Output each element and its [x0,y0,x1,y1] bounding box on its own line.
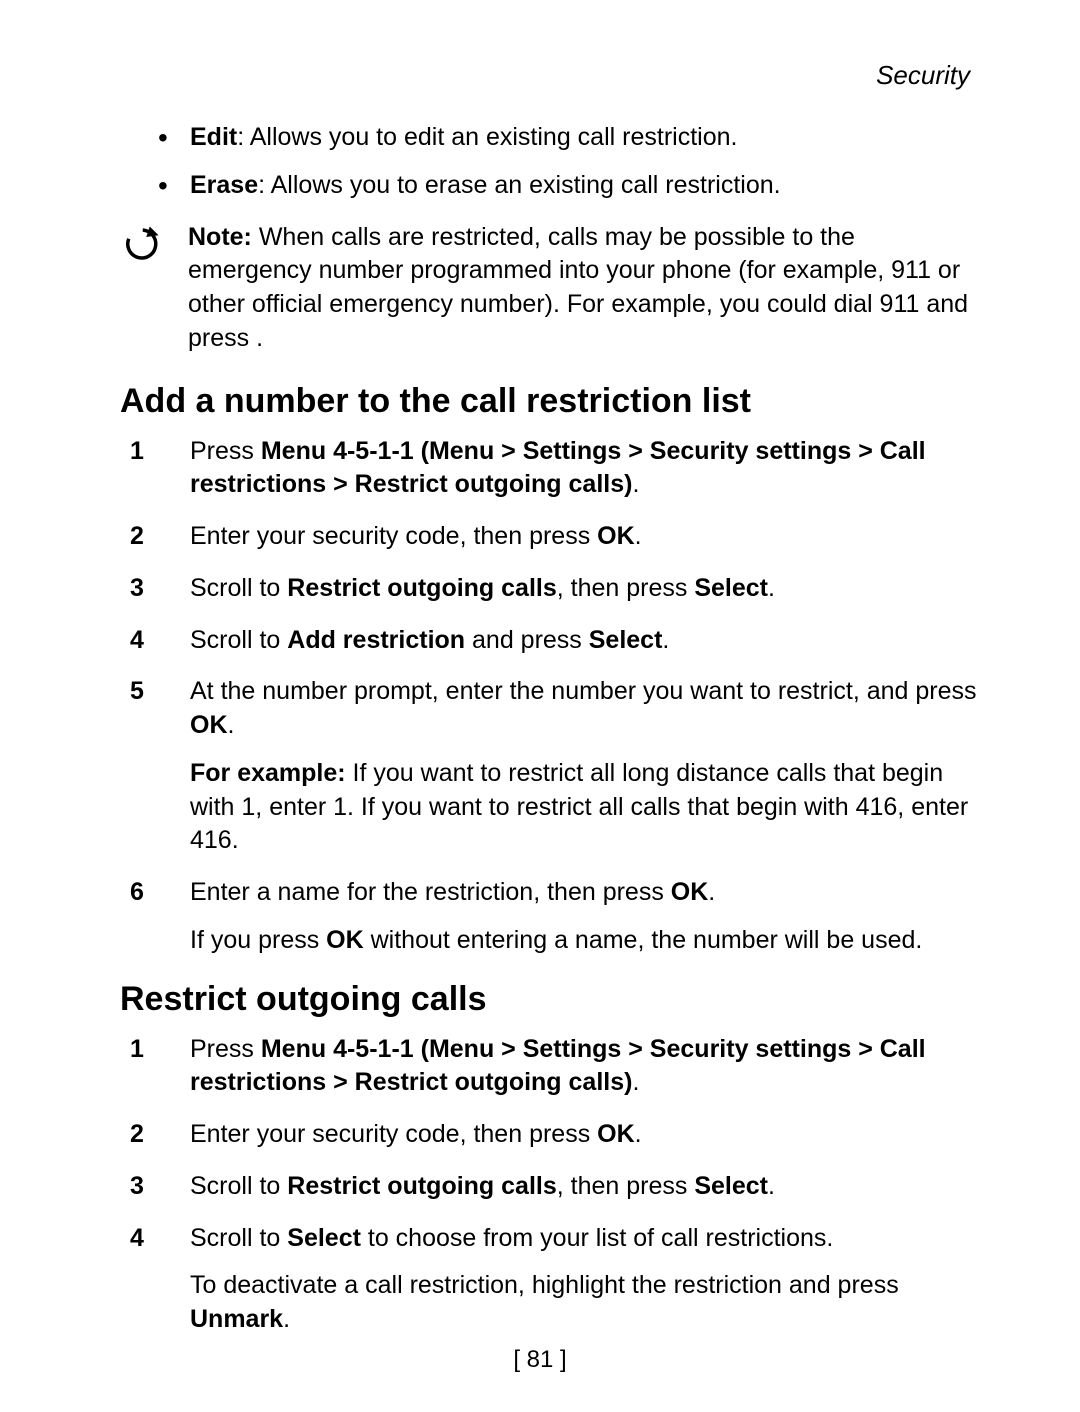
note-arrow-icon [120,221,180,265]
note-text: Note: When calls are restricted, calls m… [180,221,980,356]
t: If you press [190,926,326,954]
t: Press [190,1035,261,1063]
t: . [632,1068,639,1096]
t-bold: OK [597,522,635,550]
t: Scroll to [190,1224,287,1252]
step-b4: Scroll to Select to choose from your lis… [120,1222,980,1337]
bullet-list: Edit: Allows you to edit an existing cal… [120,121,980,203]
t-bold: Restrict outgoing calls [287,574,556,602]
t: . [635,522,642,550]
t: . [632,470,639,498]
t-bold: OK [190,711,228,739]
step-a6: Enter a name for the restriction, then p… [120,876,980,958]
t-bold: Add restriction [287,626,465,654]
t-bold: Select [694,1172,768,1200]
page: Security Edit: Allows you to edit an exi… [0,0,1080,1412]
t: . [708,878,715,906]
step-b3: Scroll to Restrict outgoing calls, then … [120,1170,980,1204]
t-bold: Restrict outgoing calls [287,1172,556,1200]
t: Enter a name for the restriction, then p… [190,878,671,906]
t: Scroll to [190,1172,287,1200]
t-bold: Menu 4-5-1-1 (Menu > Settings > Security… [190,437,926,499]
t: . [768,1172,775,1200]
t-bold: Unmark [190,1305,283,1333]
step-a5: At the number prompt, enter the number y… [120,675,980,858]
t: . [662,626,669,654]
step-a1: Press Menu 4-5-1-1 (Menu > Settings > Se… [120,435,980,503]
t: to choose from your list of call restric… [361,1224,833,1252]
t-bold: OK [671,878,709,906]
erase-text: : Allows you to erase an existing call r… [258,171,780,199]
note-label: Note: [188,223,252,251]
note-body: When calls are restricted, calls may be … [188,223,968,352]
erase-label: Erase [190,171,258,199]
t: Press [190,437,261,465]
note-block: Note: When calls are restricted, calls m… [120,221,980,356]
t-bold: Menu 4-5-1-1 (Menu > Settings > Security… [190,1035,926,1097]
t: Scroll to [190,626,287,654]
t-bold: Select [287,1224,361,1252]
t-bold: For example: [190,759,346,787]
t: . [228,711,235,739]
t: To deactivate a call restriction, highli… [190,1271,899,1299]
t: Enter your security code, then press [190,522,597,550]
step-a4: Scroll to Add restriction and press Sele… [120,624,980,658]
step-a5-example: For example: If you want to restrict all… [190,757,980,858]
bullet-edit: Edit: Allows you to edit an existing cal… [120,121,980,155]
section-a-title: Add a number to the call restriction lis… [120,382,980,421]
step-b1: Press Menu 4-5-1-1 (Menu > Settings > Se… [120,1033,980,1101]
step-b2: Enter your security code, then press OK. [120,1118,980,1152]
t-bold: Select [694,574,768,602]
t-bold: OK [326,926,364,954]
step-a6-extra: If you press OK without entering a name,… [190,924,980,958]
t: Enter your security code, then press [190,1120,597,1148]
t: and press [465,626,589,654]
bullet-erase: Erase: Allows you to erase an existing c… [120,169,980,203]
step-a3: Scroll to Restrict outgoing calls, then … [120,572,980,606]
t: . [635,1120,642,1148]
t: At the number prompt, enter the number y… [190,677,977,705]
section-b-title: Restrict outgoing calls [120,980,980,1019]
t: . [283,1305,290,1333]
section-b-steps: Press Menu 4-5-1-1 (Menu > Settings > Se… [120,1033,980,1337]
t-bold: OK [597,1120,635,1148]
running-head: Security [120,60,980,91]
section-a-steps: Press Menu 4-5-1-1 (Menu > Settings > Se… [120,435,980,958]
edit-text: : Allows you to edit an existing call re… [237,123,737,151]
page-number: [ 81 ] [0,1346,1080,1374]
t: , then press [557,574,695,602]
step-a2: Enter your security code, then press OK. [120,520,980,554]
edit-label: Edit [190,123,237,151]
t-bold: Select [589,626,663,654]
t: . [768,574,775,602]
t: , then press [557,1172,695,1200]
t: without entering a name, the number will… [364,926,923,954]
step-b4-extra: To deactivate a call restriction, highli… [190,1269,980,1337]
t: Scroll to [190,574,287,602]
